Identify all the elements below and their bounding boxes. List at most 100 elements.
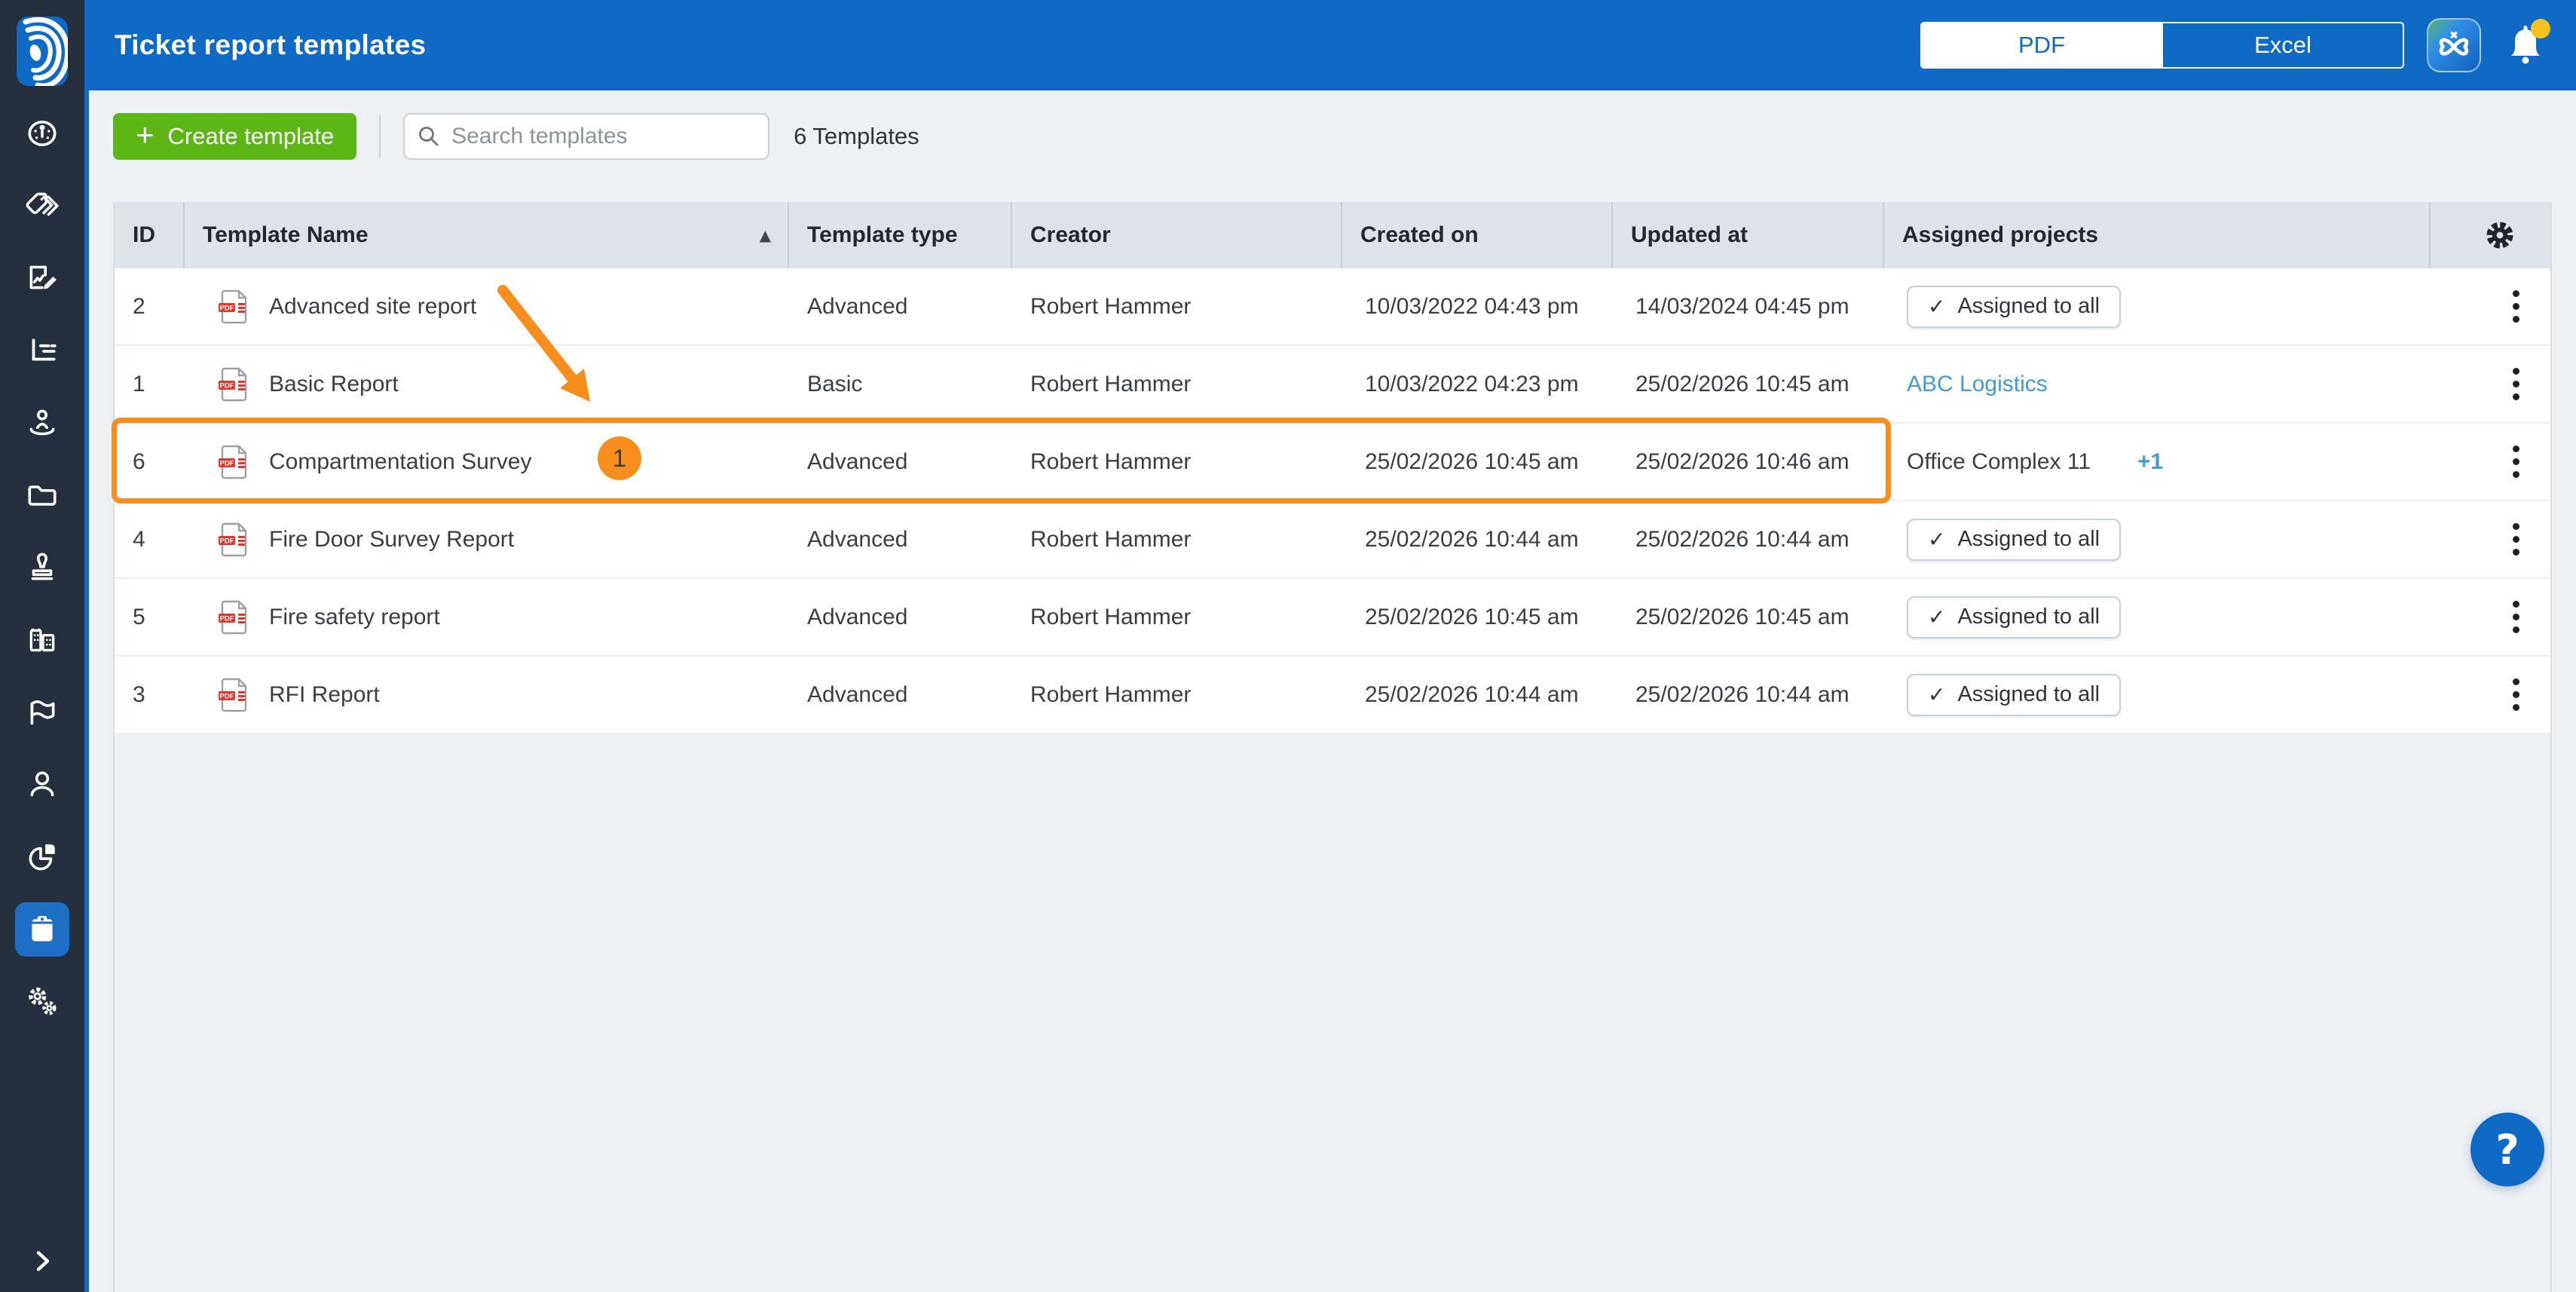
cell-created-on: 10/03/2022 04:23 pm — [1342, 372, 1613, 397]
cell-template-type: Advanced — [789, 294, 1012, 320]
column-header-created-on[interactable]: Created on — [1342, 202, 1613, 268]
pdf-file-icon: PDF — [218, 289, 249, 325]
assigned-label: Assigned to all — [1957, 294, 2100, 319]
row-menu-button[interactable] — [2505, 593, 2527, 641]
column-header-id[interactable]: ID — [115, 202, 185, 268]
cell-creator: Robert Hammer — [1012, 527, 1342, 553]
check-icon: ✓ — [1928, 682, 1945, 707]
sidebar-item-ticket-edit[interactable] — [15, 251, 69, 305]
sidebar-item-analytics[interactable] — [15, 323, 69, 378]
assigned-to-all-button[interactable]: ✓ Assigned to all — [1907, 596, 2121, 638]
app-logo[interactable] — [17, 17, 68, 86]
format-toggle-pdf[interactable]: PDF — [1922, 23, 2161, 67]
search-input[interactable] — [403, 113, 769, 160]
cell-creator: Robert Hammer — [1012, 294, 1342, 320]
cell-created-on: 25/02/2026 10:44 am — [1342, 527, 1613, 553]
format-toggle-excel[interactable]: Excel — [2161, 23, 2403, 67]
row-menu-button[interactable] — [2505, 283, 2527, 330]
cell-template-type: Advanced — [789, 449, 1012, 475]
cell-id: 6 — [115, 449, 185, 475]
ai-assistant-button[interactable] — [2427, 18, 2481, 72]
sidebar-item-ticket-report-templates[interactable] — [15, 902, 69, 957]
sidebar-item-tags[interactable] — [15, 179, 69, 233]
chevron-right-icon — [29, 1248, 55, 1274]
row-menu-button[interactable] — [2505, 438, 2527, 485]
cell-assigned-projects: ✓ Assigned to all — [1884, 519, 2431, 561]
column-header-template-name[interactable]: Template Name ▲ — [185, 202, 789, 268]
cell-creator: Robert Hammer — [1012, 372, 1342, 397]
create-template-label: Create template — [168, 123, 335, 150]
cell-id: 1 — [115, 372, 185, 397]
cell-assigned-projects: ✓ Assigned to all — [1884, 286, 2431, 328]
column-header-assigned-projects[interactable]: Assigned projects — [1884, 202, 2431, 268]
notification-dot — [2531, 19, 2550, 38]
help-button[interactable]: ? — [2470, 1113, 2544, 1186]
notifications-button[interactable] — [2504, 20, 2547, 70]
cell-actions — [2431, 360, 2550, 408]
logo-shell-icon — [17, 17, 68, 86]
assigned-project-name: Office Complex 11 — [1907, 449, 2091, 475]
sidebar — [0, 0, 89, 1292]
app-root: Ticket report templates PDF Excel — [0, 0, 2576, 1292]
assigned-to-all-button[interactable]: ✓ Assigned to all — [1907, 519, 2121, 561]
cell-template-name: PDF Compartmentation Survey — [185, 444, 789, 480]
sidebar-item-approvals[interactable] — [15, 540, 69, 595]
site-person-icon — [25, 406, 60, 440]
pdf-file-icon: PDF — [218, 366, 249, 403]
cell-creator: Robert Hammer — [1012, 605, 1342, 630]
check-icon: ✓ — [1928, 527, 1945, 552]
template-name-text: Fire safety report — [269, 605, 440, 630]
assigned-project-link[interactable]: ABC Logistics — [1907, 372, 2048, 397]
sidebar-item-site-plan[interactable] — [15, 396, 69, 450]
stamp-icon — [25, 550, 60, 585]
assigned-to-all-button[interactable]: ✓ Assigned to all — [1907, 674, 2121, 716]
pie-chart-icon — [25, 840, 60, 874]
flag-icon — [25, 695, 60, 730]
cell-id: 3 — [115, 682, 185, 708]
cell-actions — [2431, 283, 2550, 330]
column-header-template-type[interactable]: Template type — [789, 202, 1012, 268]
assigned-to-all-button[interactable]: ✓ Assigned to all — [1907, 286, 2121, 328]
sidebar-item-documents[interactable] — [15, 468, 69, 522]
top-bar-actions: PDF Excel — [1920, 18, 2547, 72]
pdf-file-icon: PDF — [218, 677, 249, 713]
sidebar-item-settings[interactable] — [15, 975, 69, 1029]
table-row-highlighted[interactable]: 6 PDF Compartmentation Survey Advanced R… — [115, 424, 2550, 501]
assigned-more-link[interactable]: +1 — [2137, 449, 2163, 475]
sidebar-item-users[interactable] — [15, 758, 69, 812]
cell-template-type: Advanced — [789, 527, 1012, 553]
column-settings-button[interactable] — [2431, 202, 2550, 268]
sidebar-nav — [15, 106, 69, 1029]
cell-updated-at: 25/02/2026 10:44 am — [1613, 682, 1884, 708]
sidebar-item-reports[interactable] — [15, 830, 69, 884]
gear-icon — [2483, 219, 2516, 252]
create-template-button[interactable]: + Create template — [113, 113, 356, 160]
sidebar-expand-toggle[interactable] — [0, 1248, 84, 1274]
cell-actions — [2431, 593, 2550, 641]
row-menu-button[interactable] — [2505, 671, 2527, 718]
sidebar-item-dashboard[interactable] — [15, 106, 69, 161]
cell-template-name: PDF Fire Door Survey Report — [185, 522, 789, 558]
search-box — [403, 113, 769, 160]
row-menu-button[interactable] — [2505, 516, 2527, 563]
table-row[interactable]: 4 PDF Fire Door Survey Report Advanced R… — [115, 501, 2550, 579]
cell-updated-at: 25/02/2026 10:46 am — [1613, 449, 1884, 475]
row-menu-button[interactable] — [2505, 360, 2527, 408]
table-row[interactable]: 1 PDF Basic Report Basic Robert Hammer 1… — [115, 346, 2550, 424]
ticket-edit-icon — [25, 261, 60, 295]
table-row[interactable]: 5 PDF Fire safety report Advanced Robert… — [115, 579, 2550, 657]
sidebar-item-companies[interactable] — [15, 613, 69, 667]
column-header-creator[interactable]: Creator — [1012, 202, 1342, 268]
sidebar-item-flags[interactable] — [15, 685, 69, 739]
help-label: ? — [2495, 1126, 2519, 1174]
cell-created-on: 10/03/2022 04:43 pm — [1342, 294, 1613, 320]
cell-id: 2 — [115, 294, 185, 320]
cell-assigned-projects: ABC Logistics — [1884, 372, 2431, 397]
cell-template-type: Advanced — [789, 682, 1012, 708]
column-header-updated-at[interactable]: Updated at — [1613, 202, 1884, 268]
svg-text:PDF: PDF — [220, 537, 234, 545]
pdf-file-icon: PDF — [218, 522, 249, 558]
main-content: + Create template 6 Templates ID Templat… — [89, 90, 2576, 1292]
table-row[interactable]: 2 PDF Advanced site report Advanced Robe… — [115, 268, 2550, 346]
table-row[interactable]: 3 PDF RFI Report Advanced Robert Hammer … — [115, 657, 2550, 734]
